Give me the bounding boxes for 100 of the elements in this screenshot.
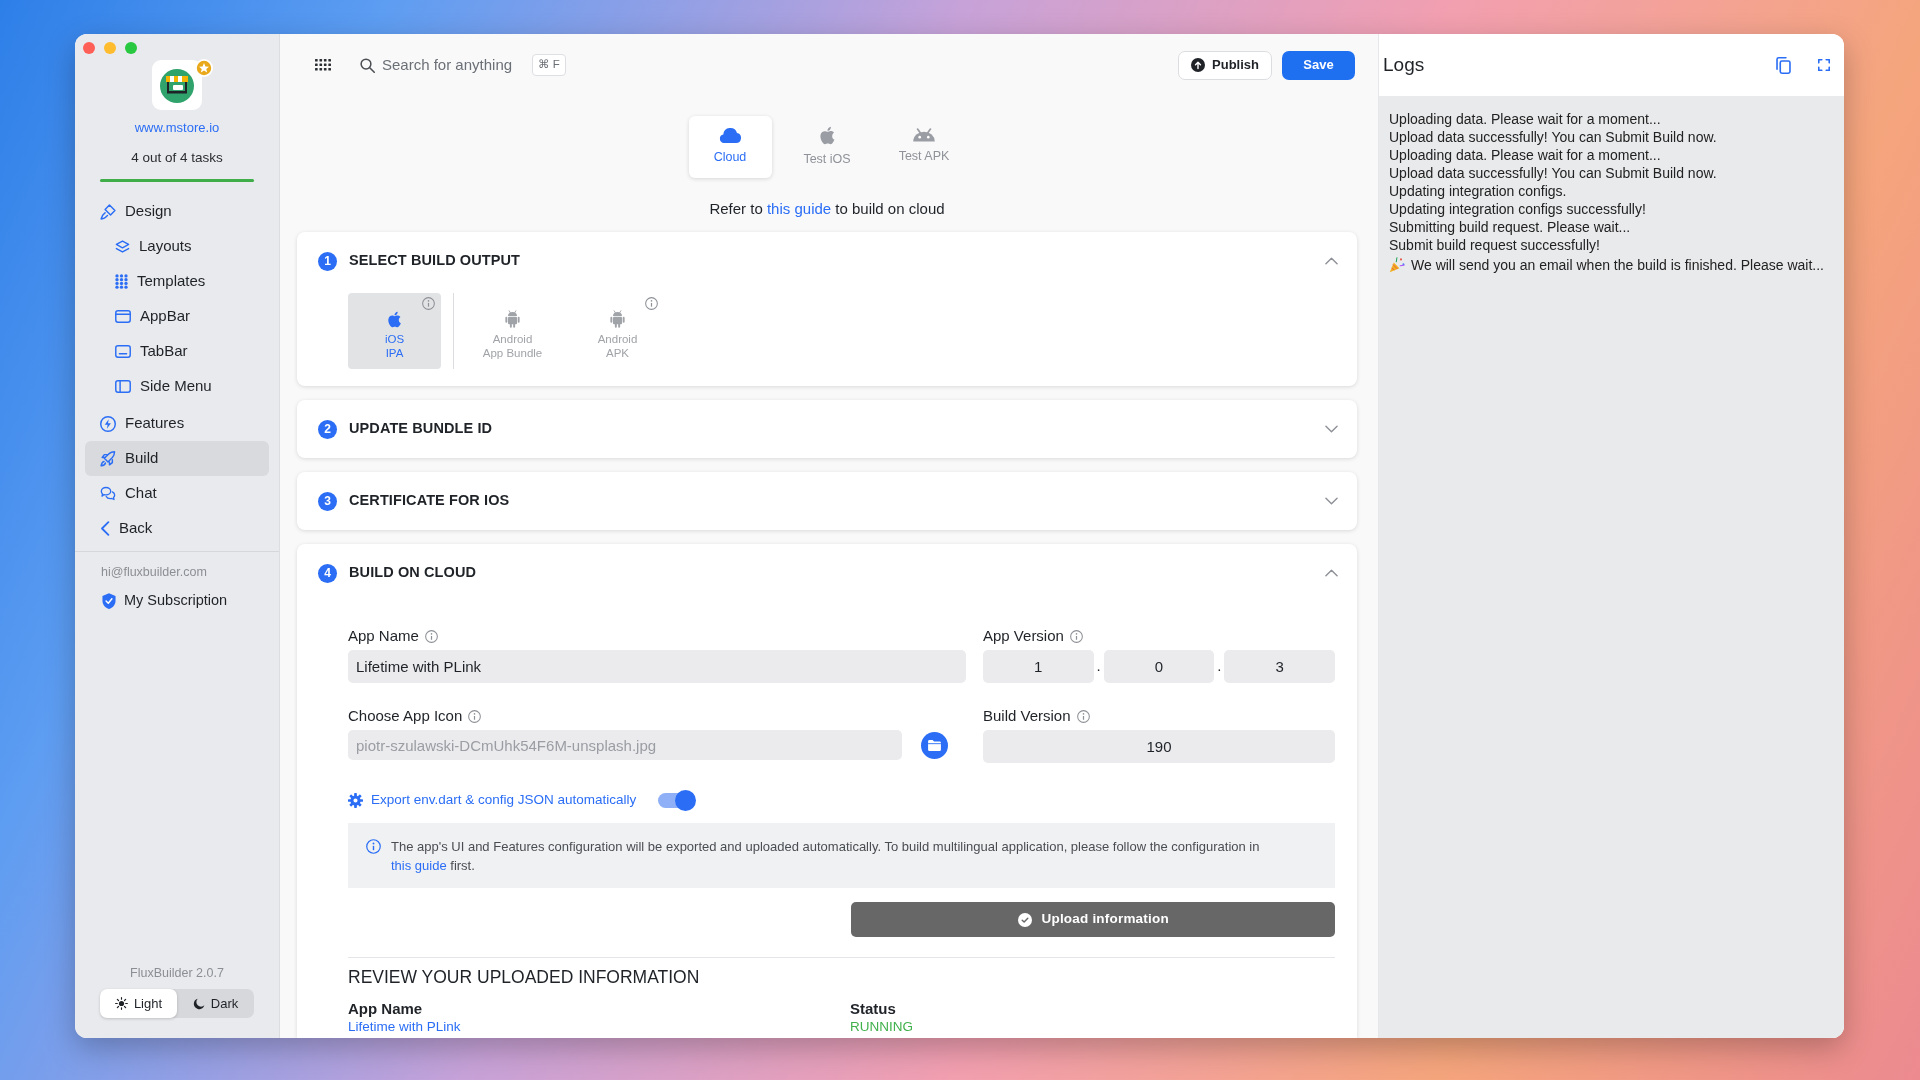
- info-icon: [1076, 709, 1090, 723]
- sidebar-item[interactable]: Side Menu: [85, 369, 269, 404]
- window-bottom-bar-icon: [115, 345, 131, 358]
- log-line: Upload data successfully! You can Submit Build now.: [1389, 164, 1718, 182]
- fullscreen-icon[interactable]: [1818, 59, 1830, 71]
- apple-icon: [387, 310, 402, 328]
- sidebar-item[interactable]: Chat: [85, 476, 269, 511]
- account-email: hi@fluxbuilder.com: [100, 564, 208, 580]
- log-line: Uploading data. Please wait for a moment...: [1389, 146, 1662, 164]
- sidebar-item[interactable]: Build: [85, 441, 269, 476]
- section-title: UPDATE BUNDLE ID: [349, 419, 493, 439]
- gear-icon: [348, 793, 363, 808]
- search-icon: [360, 57, 375, 73]
- cloud-icon: [718, 127, 742, 144]
- step-number: 3: [318, 491, 337, 511]
- log-line: Submitting build request. Please wait...: [1389, 218, 1632, 236]
- review-label: App Name: [348, 999, 424, 1018]
- build-target-tab[interactable]: Cloud: [688, 116, 772, 178]
- chevron-left-icon: [100, 521, 110, 536]
- info-icon: [1069, 629, 1083, 643]
- robot-icon: [610, 310, 625, 328]
- step-number: 4: [318, 563, 337, 583]
- build-output-option[interactable]: iOS IPA: [348, 293, 441, 369]
- site-link[interactable]: www.mstore.io: [134, 120, 220, 136]
- chevron-up-icon[interactable]: [1325, 569, 1338, 577]
- review-title: REVIEW YOUR UPLOADED INFORMATION: [348, 966, 701, 988]
- shortcut-hint: ⌘ F: [532, 54, 566, 76]
- section-title: BUILD ON CLOUD: [349, 563, 477, 583]
- section-title: SELECT BUILD OUTPUT: [349, 251, 521, 271]
- chevron-down-icon[interactable]: [1325, 425, 1338, 433]
- shield-check-icon: [102, 592, 116, 609]
- lightning-icon: [100, 415, 116, 432]
- version-separator: .: [1216, 656, 1223, 677]
- review-label: Status: [850, 999, 897, 1018]
- chevron-down-icon[interactable]: [1325, 497, 1338, 505]
- window-top-bar-icon: [115, 310, 131, 323]
- sidebar-item[interactable]: Templates: [85, 264, 269, 299]
- subscription-link[interactable]: My Subscription: [75, 580, 279, 612]
- log-line: Updating integration configs.: [1389, 182, 1568, 200]
- window-side-panel-icon: [115, 380, 131, 393]
- version-part-field[interactable]: 1: [983, 650, 1094, 683]
- sidebar-item[interactable]: Back: [85, 511, 269, 546]
- chevron-up-icon[interactable]: [1325, 257, 1338, 265]
- dot-grid-icon: [115, 274, 128, 289]
- rocket-icon: [100, 450, 116, 467]
- log-line: Uploading data. Please wait for a moment...: [1389, 110, 1662, 128]
- window-close-icon[interactable]: [83, 42, 95, 54]
- info-icon: [366, 839, 381, 854]
- folder-button[interactable]: [921, 731, 948, 759]
- tasks-count: 4 out of 4 tasks: [131, 149, 223, 167]
- log-line: Updating integration configs successfully!: [1389, 200, 1647, 218]
- app-name-link[interactable]: Lifetime with PLink: [348, 1018, 850, 1035]
- chat-bubbles-icon: [100, 486, 116, 501]
- sidebar-item[interactable]: Layouts: [85, 229, 269, 264]
- shop-logo-icon: [152, 60, 202, 110]
- log-line: Submit build request successfully!: [1389, 236, 1601, 254]
- step-number: 1: [318, 251, 337, 271]
- field-label: Build Version: [983, 705, 1071, 726]
- toggle-switch[interactable]: [657, 790, 697, 811]
- publish-button[interactable]: Publish: [1178, 50, 1272, 80]
- star-badge-icon: [195, 59, 213, 77]
- field-label: Choose App Icon: [348, 705, 463, 726]
- info-icon: [424, 629, 438, 643]
- moon-icon: [192, 997, 205, 1010]
- export-option-link[interactable]: Export env.dart & config JSON automatically: [371, 790, 637, 811]
- paintbrush-icon: [100, 203, 116, 220]
- theme-option[interactable]: Light: [100, 989, 177, 1018]
- search-field[interactable]: Search for anything: [382, 53, 532, 77]
- version-part-field[interactable]: 0: [1103, 650, 1215, 683]
- info-icon: [468, 709, 482, 723]
- section-title: CERTIFICATE FOR IOS: [349, 491, 510, 511]
- guide-link[interactable]: this guide: [766, 200, 832, 217]
- save-button[interactable]: Save: [1282, 50, 1355, 80]
- sidebar-item[interactable]: Features: [85, 406, 269, 441]
- check-circle-icon: [1017, 912, 1032, 927]
- notice-text: The app's UI and Features configuration will be exported and uploaded automatically. To build multilingual application, please follow the configuration in this guide first.: [391, 838, 1261, 875]
- sidebar-item[interactable]: Design: [85, 194, 269, 229]
- field-label: App Name: [348, 625, 419, 646]
- guide-link[interactable]: this guide: [391, 858, 447, 873]
- theme-option[interactable]: Dark: [177, 989, 254, 1018]
- upload-button[interactable]: Upload information: [851, 902, 1335, 937]
- app-icon-field[interactable]: piotr-szulawski-DCmUhk54F6M-unsplash.jpg: [348, 730, 902, 760]
- version-part-field[interactable]: 3: [1224, 650, 1335, 683]
- robot-icon: [505, 310, 520, 328]
- sidebar-item[interactable]: AppBar: [85, 299, 269, 334]
- party-popper-icon: [1389, 257, 1405, 273]
- apple-icon: [819, 125, 835, 145]
- build-version-field[interactable]: 190: [983, 730, 1335, 763]
- version-label: FluxBuilder 2.0.7: [129, 965, 225, 983]
- robot-icon: [912, 128, 936, 143]
- status-value: RUNNING: [850, 1018, 914, 1035]
- step-number: 2: [318, 419, 337, 439]
- apps-grid-icon[interactable]: [315, 59, 331, 71]
- app-name-field[interactable]: Lifetime with PLink: [348, 650, 966, 683]
- copy-icon[interactable]: [1776, 56, 1791, 74]
- sidebar-item[interactable]: TabBar: [85, 334, 269, 369]
- sun-icon: [114, 997, 128, 1010]
- field-label: App Version: [983, 625, 1064, 646]
- logs-title: Logs: [1383, 52, 1425, 77]
- window-zoom-icon[interactable]: [125, 42, 137, 54]
